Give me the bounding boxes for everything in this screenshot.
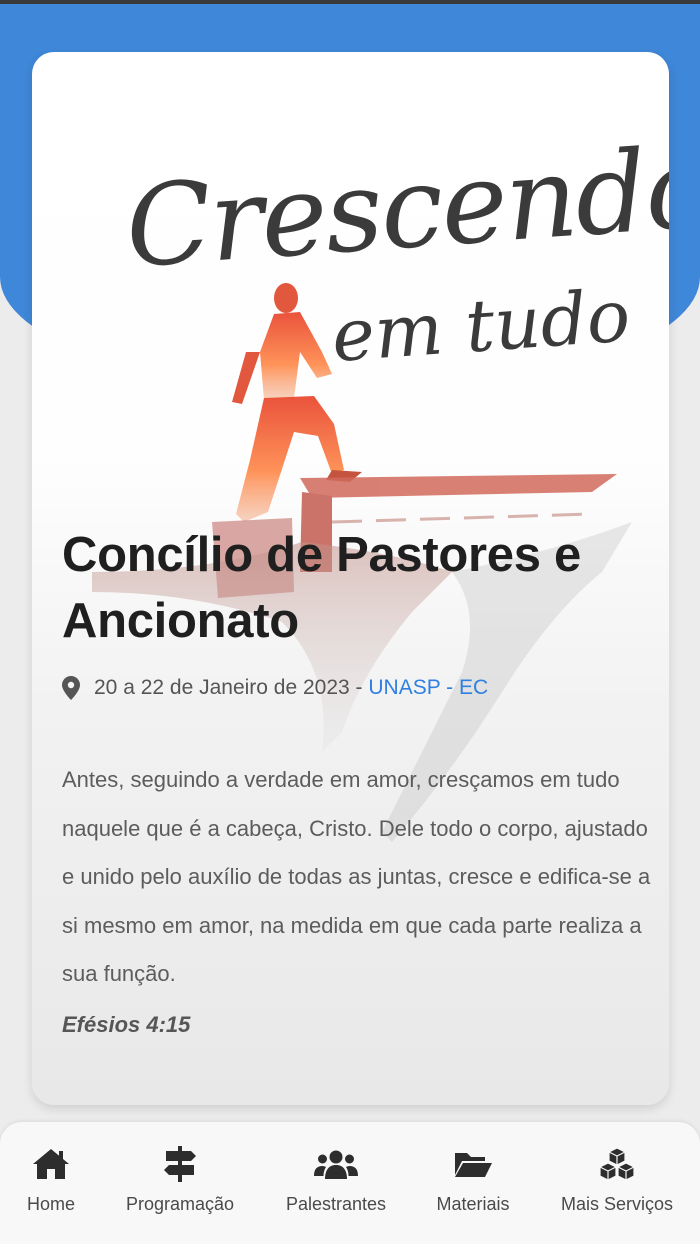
event-title: Concílio de Pastores e Ancionato: [62, 528, 581, 648]
logo-crescendo: Crescendo: [122, 123, 669, 294]
signpost-icon: [163, 1146, 197, 1182]
nav-item-programacao[interactable]: Programação: [118, 1122, 242, 1244]
event-details: Concílio de Pastores e Ancionato 20 a 22…: [62, 522, 652, 1051]
bible-verse: Antes, seguindo a verdade em amor, cresç…: [62, 767, 651, 986]
map-marker-icon: [62, 676, 80, 700]
nav-label-home: Home: [26, 1194, 75, 1214]
nav-label-palestrantes: Palestrantes: [285, 1194, 387, 1214]
nav-label-programacao: Programação: [125, 1194, 235, 1214]
logo-em-tudo: em tudo: [329, 273, 633, 378]
bible-verse-reference: Efésios 4:15: [62, 1011, 191, 1037]
folder-open-icon: [453, 1146, 493, 1182]
nav-label-materiais: Materiais: [436, 1194, 510, 1214]
nav-label-mais-servicos: Mais Serviços: [560, 1194, 674, 1214]
nav-item-materiais[interactable]: Materiais: [428, 1122, 518, 1244]
nav-item-home[interactable]: Home: [10, 1122, 92, 1244]
bottom-navigation: Home Programação Palestrantes Materiais …: [0, 1122, 700, 1244]
cubes-icon: [598, 1146, 636, 1182]
nav-item-palestrantes[interactable]: Palestrantes: [278, 1122, 394, 1244]
users-icon: [314, 1146, 358, 1182]
home-icon: [31, 1146, 71, 1182]
event-venue-link[interactable]: UNASP - EC: [368, 676, 488, 700]
event-date: 20 a 22 de Janeiro de 2023 -: [94, 676, 369, 699]
event-meta: 20 a 22 de Janeiro de 2023 - UNASP - EC: [62, 676, 652, 700]
event-card: Crescendo em tudo Concílio de Pastores e…: [32, 52, 669, 1105]
nav-item-mais-servicos[interactable]: Mais Serviços: [554, 1122, 680, 1244]
